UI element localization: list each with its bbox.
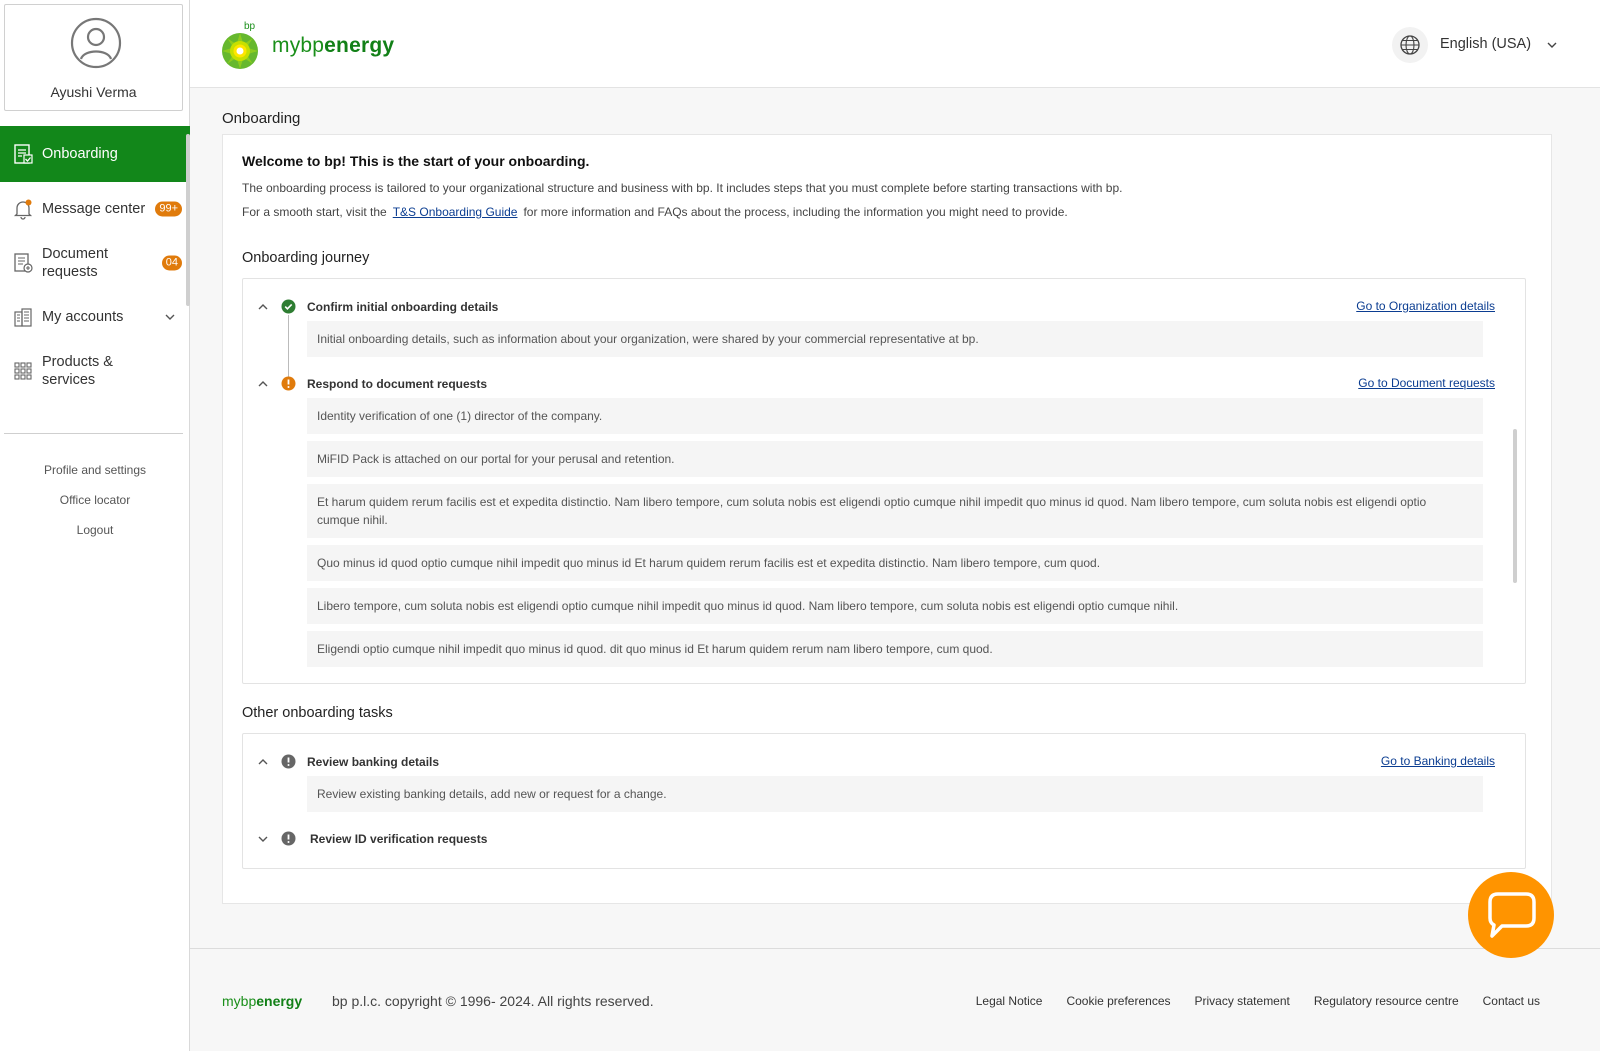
sidebar-item-label: Message center <box>42 201 146 217</box>
go-to-organization-details-link[interactable]: Go to Organization details <box>1356 299 1495 313</box>
welcome-heading: Welcome to bp! This is the start of your… <box>242 153 590 169</box>
language-label[interactable]: English (USA) <box>1440 36 1531 52</box>
document-request-icon <box>14 253 33 273</box>
legal-notice-link[interactable]: Legal Notice <box>976 994 1043 1008</box>
globe-icon <box>1400 35 1420 55</box>
sidebar-nav: Onboarding Message center 99+ Document r… <box>0 126 190 398</box>
main-content: Onboarding Welcome to bp! This is the st… <box>190 88 1600 948</box>
step-item: Identity verification of one (1) directo… <box>307 398 1483 434</box>
go-to-banking-details-link[interactable]: Go to Banking details <box>1381 754 1495 768</box>
chevron-down-icon[interactable] <box>164 311 176 323</box>
brand-prefix: mybp <box>272 34 325 57</box>
task-item: Review existing banking details, add new… <box>307 776 1483 812</box>
regulatory-resource-link[interactable]: Regulatory resource centre <box>1314 994 1459 1008</box>
sidebar-item-onboarding[interactable]: Onboarding <box>0 126 190 182</box>
intro-text: The onboarding process is tailored to yo… <box>242 181 1123 195</box>
footer-links: Legal Notice Cookie preferences Privacy … <box>976 994 1540 1008</box>
office-locator-link[interactable]: Office locator <box>0 493 190 523</box>
intro-post: for more information and FAQs about the … <box>523 205 1068 219</box>
info-circle-icon <box>281 754 296 769</box>
footer-brand[interactable]: mybpenergy <box>222 993 302 1009</box>
info-circle-icon <box>281 831 296 846</box>
language-selector-button[interactable] <box>1392 27 1428 63</box>
footer-brand-prefix: mybp <box>222 993 257 1009</box>
intro-pre: For a smooth start, visit the <box>242 205 387 219</box>
step-item: MiFID Pack is attached on our portal for… <box>307 441 1483 477</box>
sidebar-item-document-requests[interactable]: Document requests 04 <box>0 236 190 290</box>
svg-text:bp: bp <box>244 21 256 32</box>
profile-settings-link[interactable]: Profile and settings <box>0 463 190 493</box>
footer: mybpenergy bp p.l.c. copyright © 1996- 2… <box>190 948 1600 1051</box>
journey-step-header[interactable]: Respond to document requests Go to Docum… <box>243 374 1525 394</box>
brand-suffix: energy <box>324 34 395 57</box>
footer-brand-suffix: energy <box>256 993 303 1009</box>
sidebar-links: Profile and settings Office locator Logo… <box>0 463 190 553</box>
bp-helios-logo-icon[interactable]: bp <box>222 20 262 70</box>
task-header[interactable]: Review ID verification requests <box>243 829 1525 849</box>
document-check-icon <box>14 144 33 164</box>
sidebar-item-label: Products & services <box>42 354 113 388</box>
message-count-badge: 99+ <box>155 201 182 217</box>
chat-button[interactable] <box>1468 872 1554 958</box>
intro-text-guide: For a smooth start, visit the T&S Onboard… <box>242 205 1068 219</box>
task-header[interactable]: Review banking details Go to Banking det… <box>243 752 1525 772</box>
step-title: Respond to document requests <box>307 377 488 391</box>
grid-icon <box>14 362 32 380</box>
go-to-document-requests-link[interactable]: Go to Document requests <box>1358 376 1495 390</box>
chevron-down-icon[interactable] <box>257 833 269 845</box>
cookie-preferences-link[interactable]: Cookie preferences <box>1066 994 1170 1008</box>
journey-step-header[interactable]: Confirm initial onboarding details Go to… <box>243 297 1525 317</box>
other-tasks-panel: Review banking details Go to Banking det… <box>242 733 1526 869</box>
timeline-connector <box>288 315 289 377</box>
step-item: Initial onboarding details, such as info… <box>307 321 1483 357</box>
user-avatar-icon <box>70 17 122 69</box>
sidebar-item-my-accounts[interactable]: My accounts <box>0 290 190 344</box>
privacy-statement-link[interactable]: Privacy statement <box>1195 994 1290 1008</box>
chat-bubble-icon <box>1488 892 1536 938</box>
check-circle-icon <box>281 299 296 314</box>
chevron-up-icon[interactable] <box>257 378 269 390</box>
step-item: Eligendi optio cumque nihil impedit quo … <box>307 631 1483 667</box>
sidebar: Ayushi Verma Onboarding Message center 9… <box>0 0 190 1051</box>
step-item: Et harum quidem rerum facilis est et exp… <box>307 484 1483 538</box>
sidebar-item-products-services[interactable]: Products & services <box>0 344 190 398</box>
sidebar-item-label: My accounts <box>42 309 124 325</box>
contact-us-link[interactable]: Contact us <box>1483 994 1540 1008</box>
profile-name: Ayushi Verma <box>50 84 137 100</box>
journey-heading: Onboarding journey <box>242 250 370 266</box>
sidebar-item-label: Document requests <box>42 246 109 280</box>
page-title: Onboarding <box>222 110 301 127</box>
brand-name[interactable]: mybpenergy <box>272 34 394 58</box>
task-title: Review banking details <box>307 755 440 769</box>
onboarding-card: Welcome to bp! This is the start of your… <box>222 134 1552 904</box>
logout-link[interactable]: Logout <box>0 523 190 553</box>
sidebar-divider <box>4 433 183 434</box>
buildings-icon <box>14 308 32 327</box>
step-item: Quo minus id quod optio cumque nihil imp… <box>307 545 1483 581</box>
warning-circle-icon <box>281 376 296 391</box>
journey-panel: Confirm initial onboarding details Go to… <box>242 278 1526 684</box>
document-count-badge: 04 <box>161 255 182 271</box>
bell-icon <box>13 199 33 220</box>
step-item: Libero tempore, cum soluta nobis est eli… <box>307 588 1483 624</box>
chevron-up-icon[interactable] <box>257 756 269 768</box>
top-header: bp mybpenergy English (USA) <box>190 0 1600 88</box>
sidebar-item-label: Onboarding <box>42 146 118 162</box>
onboarding-guide-link[interactable]: T&S Onboarding Guide <box>393 205 518 219</box>
task-title: Review ID verification requests <box>310 832 488 846</box>
other-tasks-heading: Other onboarding tasks <box>242 705 393 721</box>
chevron-down-icon[interactable] <box>1546 39 1558 51</box>
sidebar-item-message-center[interactable]: Message center 99+ <box>0 182 190 236</box>
profile-card[interactable]: Ayushi Verma <box>4 4 183 111</box>
step-title: Confirm initial onboarding details <box>307 300 499 314</box>
journey-scrollbar[interactable] <box>1513 429 1517 583</box>
copyright: bp p.l.c. copyright © 1996- 2024. All ri… <box>332 993 654 1009</box>
chevron-up-icon[interactable] <box>257 301 269 313</box>
